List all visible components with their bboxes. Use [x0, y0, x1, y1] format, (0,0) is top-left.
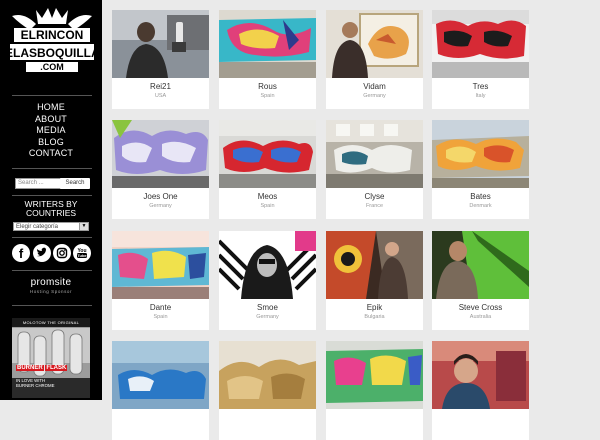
writer-photo[interactable] [112, 120, 209, 188]
instagram-icon[interactable] [53, 244, 71, 262]
writer-name[interactable]: Smoe [219, 303, 316, 313]
writer-name[interactable]: Vidam [326, 82, 423, 92]
sponsor-tagline: Hosting Sponsor [29, 289, 73, 294]
writer-name[interactable]: Tres [432, 82, 529, 92]
writer-name[interactable]: Rous [219, 82, 316, 92]
search-button[interactable]: Search [60, 178, 90, 189]
writer-country: Spain [260, 203, 275, 209]
writer-card[interactable] [432, 341, 529, 440]
ad-subline: IN LOVE WITH BURNER CHROME [16, 378, 54, 388]
writer-card[interactable]: Rei21 USA [112, 10, 209, 109]
svg-text:Tube: Tube [77, 253, 87, 258]
writer-photo[interactable] [326, 120, 423, 188]
nav-blog[interactable]: BLOG [0, 137, 102, 149]
nav-contact[interactable]: CONTACT [0, 148, 102, 160]
divider [12, 270, 92, 271]
writer-card[interactable]: Steve Cross Australia [432, 231, 529, 330]
nav-home[interactable]: HOME [0, 102, 102, 114]
writer-country: Germany [363, 93, 386, 99]
category-select-value: Elegir categoría [16, 224, 59, 230]
writer-name[interactable]: Epik [326, 303, 423, 313]
writer-card[interactable]: Vidam Germany [326, 10, 423, 109]
svg-text:.COM: .COM [40, 62, 64, 72]
divider [12, 95, 92, 96]
writer-country: Bulgaria [364, 314, 385, 320]
nav-media[interactable]: MEDIA [0, 125, 102, 137]
writer-photo[interactable] [112, 10, 209, 78]
writer-photo[interactable] [326, 341, 423, 409]
divider [12, 195, 92, 196]
ad-brand: MOLOTOW THE ORIGINAL [12, 318, 90, 327]
twitter-icon[interactable] [33, 244, 51, 262]
youtube-icon[interactable]: You Tube [73, 244, 91, 262]
writer-photo[interactable] [326, 231, 423, 299]
writer-name[interactable]: Joes One [112, 192, 209, 202]
sidebar: ELRINCON DELASBOQUILLAS .COM HOME ABOUT … [0, 0, 102, 400]
svg-text:DELASBOQUILLAS: DELASBOQUILLAS [8, 46, 96, 60]
writer-name[interactable]: Dante [112, 303, 209, 313]
writer-country: Germany [149, 203, 172, 209]
molotow-ad-banner[interactable]: MOLOTOW THE ORIGINAL BURNER FLASK IN LOV… [12, 318, 90, 398]
writer-country: Denmark [469, 203, 492, 209]
chevron-down-icon: ▼ [79, 223, 88, 230]
search-form: Search ... Search [15, 178, 91, 189]
search-input[interactable]: Search ... [15, 178, 62, 189]
writer-photo[interactable] [432, 120, 529, 188]
writer-country: Germany [256, 314, 279, 320]
writer-photo[interactable] [432, 341, 529, 409]
writer-card[interactable]: Epik Bulgaria [326, 231, 423, 330]
writer-card[interactable]: Clyse France [326, 120, 423, 219]
ad-subline-2: BURNER CHROME [16, 383, 55, 388]
divider [12, 305, 92, 306]
writer-photo[interactable] [432, 231, 529, 299]
writer-photo[interactable] [432, 10, 529, 78]
ad-headline: BURNER FLASK [16, 365, 68, 372]
writer-country: Spain [260, 93, 275, 99]
writer-name[interactable]: Rei21 [112, 82, 209, 92]
writer-photo[interactable] [219, 231, 316, 299]
writer-card[interactable]: Smoe Germany [219, 231, 316, 330]
writer-country: Australia [469, 314, 492, 320]
writer-card[interactable]: Joes One Germany [112, 120, 209, 219]
main-nav: HOME ABOUT MEDIA BLOG CONTACT [0, 102, 102, 160]
writer-name[interactable]: Steve Cross [432, 303, 529, 313]
writer-card[interactable]: Bates Denmark [432, 120, 529, 219]
writer-card[interactable]: Tres Italy [432, 10, 529, 109]
writer-photo[interactable] [112, 231, 209, 299]
site-logo[interactable]: ELRINCON DELASBOQUILLAS .COM [8, 6, 96, 78]
svg-text:f: f [19, 246, 24, 261]
writer-country: USA [154, 93, 167, 99]
ad-headline-line1: BURNER [16, 365, 44, 371]
writer-photo[interactable] [219, 120, 316, 188]
writer-country: Spain [153, 314, 168, 320]
writer-name[interactable]: Meos [219, 192, 316, 202]
category-select[interactable]: Elegir categoría ▼ [13, 222, 89, 231]
ad-headline-line2: FLASK [45, 365, 68, 371]
writer-country: France [365, 203, 384, 209]
divider [12, 168, 92, 169]
divider [12, 237, 92, 238]
sponsor[interactable]: promsite Hosting Sponsor [0, 277, 102, 294]
writer-photo[interactable] [326, 10, 423, 78]
writer-card[interactable] [219, 341, 316, 440]
writer-name[interactable]: Clyse [326, 192, 423, 202]
writer-card[interactable]: Dante Spain [112, 231, 209, 330]
writer-card[interactable]: Rous Spain [219, 10, 316, 109]
writer-photo[interactable] [219, 10, 316, 78]
writers-by-countries-heading: WRITERS BY COUNTRIES [24, 199, 78, 218]
nav-about[interactable]: ABOUT [0, 114, 102, 126]
writer-photo[interactable] [112, 341, 209, 409]
svg-text:ELRINCON: ELRINCON [21, 28, 84, 42]
sponsor-name: promsite [30, 277, 72, 288]
writer-photo[interactable] [219, 341, 316, 409]
writer-card[interactable]: Meos Spain [219, 120, 316, 219]
facebook-icon[interactable]: f [12, 244, 30, 262]
writer-card[interactable] [326, 341, 423, 440]
social-links: f You Tube [12, 244, 92, 264]
writer-name[interactable]: Bates [432, 192, 529, 202]
writer-card[interactable] [112, 341, 209, 440]
writer-country: Italy [475, 93, 486, 99]
